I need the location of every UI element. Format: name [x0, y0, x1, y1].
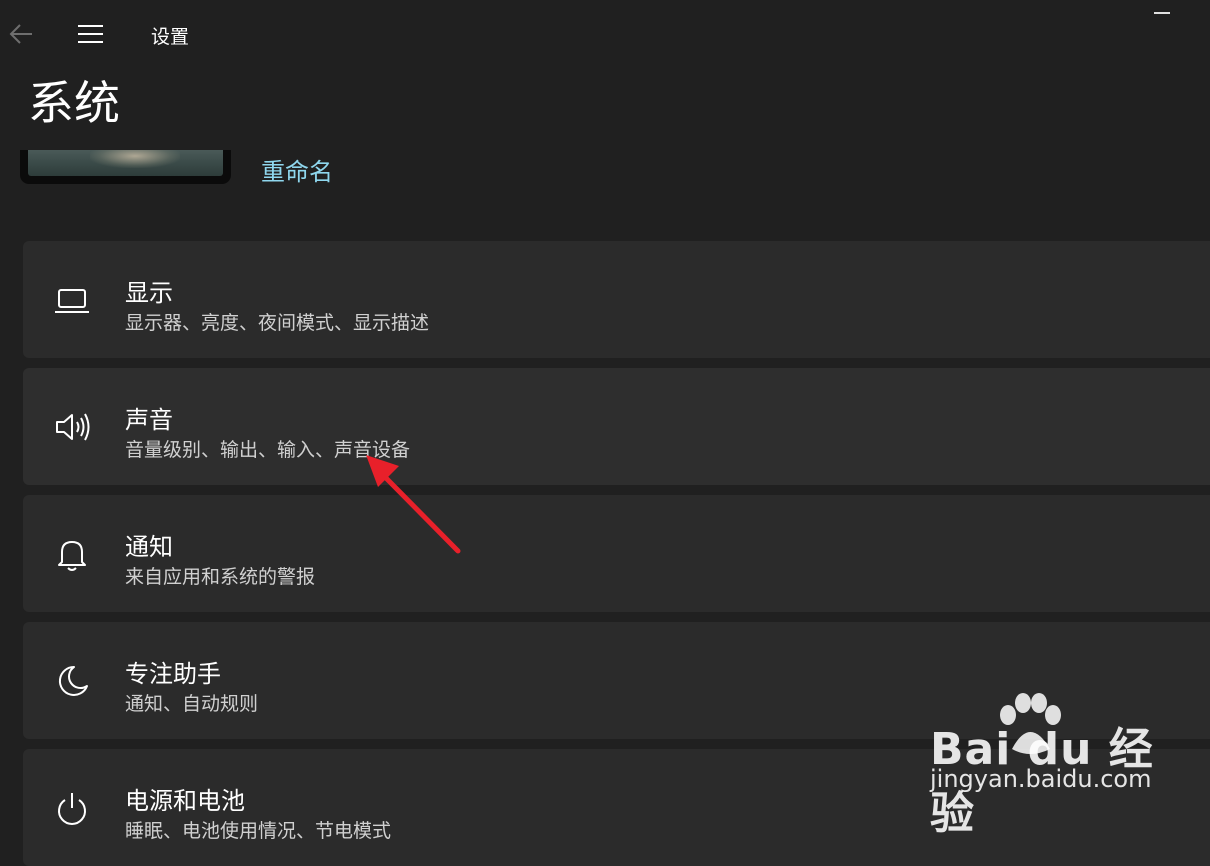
menu-button[interactable]: [76, 22, 106, 46]
setting-title: 电源和电池: [125, 787, 245, 815]
device-thumbnail: [20, 150, 231, 184]
watermark: Bai du 经验 jingyan.baidu.com: [926, 693, 1156, 839]
setting-title: 声音: [125, 406, 173, 434]
minimize-button[interactable]: [1154, 10, 1172, 16]
setting-description: 来自应用和系统的警报: [125, 566, 316, 588]
watermark-url: jingyan.baidu.com: [930, 765, 1152, 793]
title-bar: 设置: [0, 0, 1210, 66]
setting-notifications[interactable]: 通知 来自应用和系统的警报: [23, 495, 1210, 612]
power-icon: [53, 789, 91, 827]
rename-link[interactable]: 重命名: [261, 152, 333, 187]
setting-sound[interactable]: 声音 音量级别、输出、输入、声音设备: [23, 368, 1210, 485]
speaker-icon: [53, 408, 91, 446]
hamburger-icon: [78, 25, 103, 43]
back-button[interactable]: [6, 20, 36, 48]
bell-icon: [53, 535, 91, 573]
setting-title: 通知: [125, 533, 173, 561]
page-title: 系统: [28, 76, 120, 130]
laptop-icon: [53, 281, 91, 319]
setting-title: 显示: [125, 279, 173, 307]
moon-icon: [53, 662, 91, 700]
minimize-icon: [1154, 12, 1170, 14]
setting-description: 音量级别、输出、输入、声音设备: [125, 439, 411, 461]
setting-description: 通知、自动规则: [125, 693, 259, 715]
setting-display[interactable]: 显示 显示器、亮度、夜间模式、显示描述: [23, 241, 1210, 358]
setting-title: 专注助手: [125, 660, 221, 688]
app-title: 设置: [151, 26, 190, 48]
setting-description: 显示器、亮度、夜间模式、显示描述: [125, 312, 430, 334]
arrow-left-icon: [9, 24, 32, 44]
setting-description: 睡眠、电池使用情况、节电模式: [125, 820, 392, 842]
